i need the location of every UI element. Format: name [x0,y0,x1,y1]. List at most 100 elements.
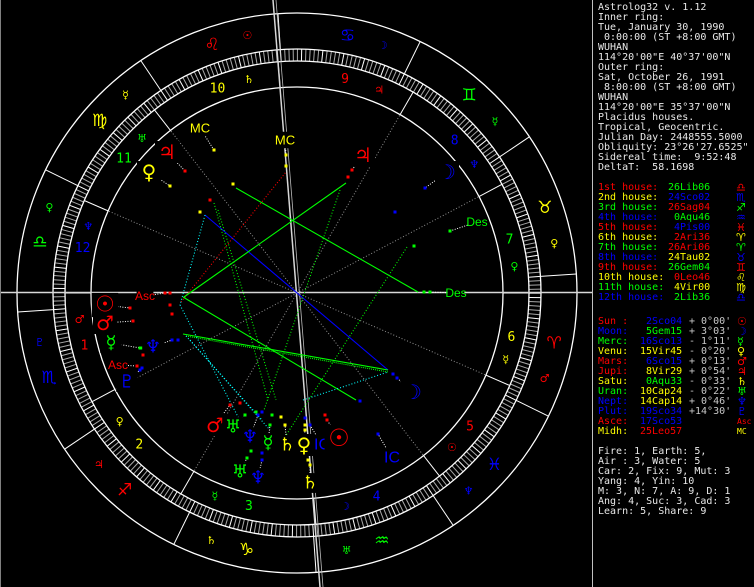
degree-tick [270,523,273,536]
degree-tick [324,523,327,536]
degree-tick [511,379,524,386]
mercury-icon: ☿ [105,333,116,354]
jupiter-icon: ♃ [158,140,176,164]
mc-label: MC [190,121,210,136]
degree-tick [405,497,412,509]
degree-tick [521,349,534,353]
zodiac-sign-icon: ♏ [42,368,57,388]
degree-tick [375,510,381,523]
planet-position-dot [138,368,142,372]
degree-tick [528,275,541,278]
house-ruler-icon: ♂ [75,313,85,326]
degree-tick [55,253,68,257]
degree-tick [185,499,192,511]
degree-tick [325,50,328,63]
degree-tick [503,182,515,189]
sign-boundary [64,428,95,450]
sun-icon: ☉ [328,424,350,452]
stat-line: Learn: 5, Share: 9 [598,506,707,517]
degree-tick [245,519,249,532]
degree-tick [522,233,534,238]
degree-tick [517,217,530,223]
degree-tick [367,513,373,526]
pluto-icon: ♇ [119,372,135,393]
sign-ruler-icon: ♇ [35,336,45,349]
planet-position-dot [323,413,327,417]
house-ruler-icon: ♆ [469,158,479,171]
degree-tick [514,209,527,215]
degree-tick [524,337,537,341]
degree-tick [341,53,345,66]
degree-tick [274,524,277,537]
descendant-label: Des [445,286,466,300]
degree-tick [209,64,215,77]
house-cusp-line [154,109,171,131]
zodiac-sign-icon: ♒ [374,531,389,551]
degree-tick [526,258,539,262]
house-cusp-dotted-line [107,210,298,294]
degree-tick [69,204,81,210]
sign-ruler-icon: ♂ [540,372,550,385]
degree-tick [527,263,540,266]
ascendant-label: Asc [135,289,155,303]
degree-tick [514,372,527,378]
sign-ruler-icon: ♀ [550,237,558,250]
degree-tick [525,333,538,337]
degree-tick [60,348,72,353]
degree-tick [189,501,196,513]
degree-tick [526,329,539,333]
degree-tick [57,336,70,340]
degree-tick [70,200,83,207]
house-cusp-line [423,455,440,477]
planet-position-dot [376,432,380,436]
sign-ruler-icon: ☽ [378,39,388,52]
degree-tick [405,77,413,89]
degree-tick [53,270,66,273]
planet-position-dot [346,175,350,179]
degree-tick [213,63,219,76]
degree-tick [518,360,531,366]
house-number: 4 [373,490,381,505]
degree-tick [63,220,76,226]
degree-tick [197,69,204,82]
planet-position-dot [260,451,264,455]
degree-tick [284,49,286,62]
degree-tick [501,401,513,409]
degree-tick [513,205,526,211]
degree-tick [61,228,74,234]
degree-tick [224,514,230,527]
degree-tick [66,212,78,218]
planet-position-dot [183,169,187,173]
degree-tick [253,521,257,534]
planet-position-dot [170,338,174,342]
planet-position-dot [249,449,253,453]
degree-tick [77,393,89,401]
degree-tick [196,504,203,516]
degree-tick [320,523,323,536]
descendant-label: Des [466,215,487,229]
planet-offset: +14°30' [689,406,732,417]
planet-position-dot [198,210,202,214]
degree-tick [59,344,71,348]
degree-tick [59,237,72,241]
degree-tick [67,371,80,377]
sign-ruler-icon: ☿ [122,88,129,101]
degree-tick [58,340,71,344]
degree-tick [391,70,398,82]
mars-icon: ♂ [206,413,224,437]
neptune-icon: ♆ [145,337,161,358]
planet-position-dot [306,458,310,462]
degree-tick [58,241,71,245]
degree-tick [228,515,234,528]
degree-tick [519,356,532,362]
sign-boundary [540,273,577,277]
house-cusp-line [180,471,195,495]
degree-tick [237,56,242,68]
degree-tick [181,497,189,509]
venus-icon: ♀ [297,433,312,457]
planet-position-dot [303,416,307,420]
planet-position-dot [238,401,242,405]
house-number: 7 [506,233,514,248]
degree-tick [510,383,522,390]
degree-tick [394,503,401,515]
